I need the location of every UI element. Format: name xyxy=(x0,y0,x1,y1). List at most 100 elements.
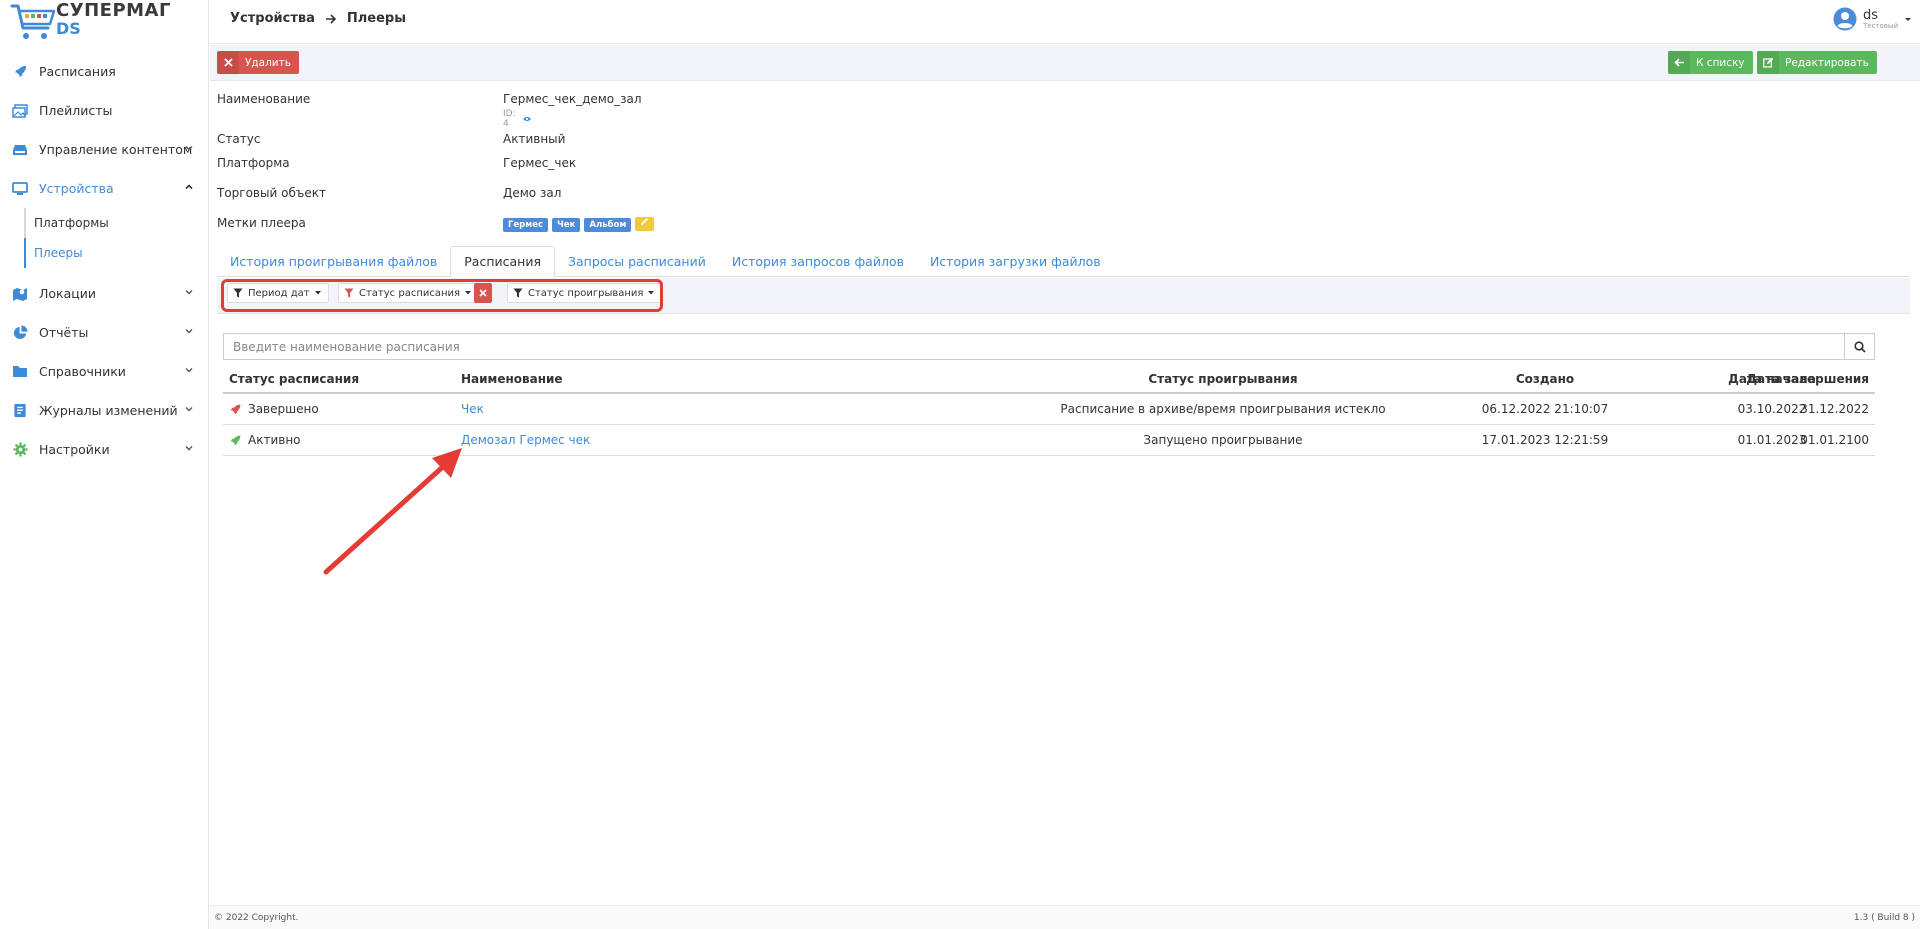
rocket-icon xyxy=(230,404,241,414)
sidebar-item-label: Плейлисты xyxy=(39,103,113,118)
schedules-table: Статус расписания Наименование Статус пр… xyxy=(223,364,1875,456)
tag-badge: Альбом xyxy=(584,218,632,232)
tags-list: Гермес Чек Альбом xyxy=(503,216,655,232)
action-toolbar: Удалить К списку Редактировать xyxy=(210,45,1920,81)
eye-icon[interactable] xyxy=(522,115,531,123)
table-header: Статус расписания Наименование Статус пр… xyxy=(223,364,1875,394)
start-date-cell: 03.10.2022 xyxy=(1737,402,1807,416)
sidebar-subitem-players[interactable]: Плееры xyxy=(24,238,209,268)
chevron-down-icon xyxy=(185,368,193,373)
chevron-up-icon xyxy=(185,184,193,190)
top-bar: Устройства Плееры ds Тестовый xyxy=(210,0,1920,44)
sidebar-subitem-platforms[interactable]: Платформы xyxy=(24,208,209,238)
sidebar-subitem-label: Платформы xyxy=(34,216,109,230)
copyright-text: © 2022 Copyright. xyxy=(214,912,299,923)
tab-schedules[interactable]: Расписания xyxy=(450,246,555,277)
logo-text: СУПЕРМАГ DS xyxy=(56,2,171,38)
table-row: Завершено Чек Расписание в архиве/время … xyxy=(223,394,1875,425)
search-box xyxy=(223,333,1875,360)
tab-file-request-history[interactable]: История запросов файлов xyxy=(719,246,917,277)
platform-value: Гермес_чек xyxy=(503,156,577,170)
sidebar-item-label: Локации xyxy=(39,286,97,301)
status-value: Активный xyxy=(503,132,566,146)
tag-badge: Гермес xyxy=(503,218,549,232)
end-date-cell: 31.12.2022 xyxy=(1800,402,1869,416)
pencil-icon xyxy=(641,217,649,225)
filter-bar: Период дат Статус расписания Статус прои… xyxy=(217,278,1910,314)
tags-label: Метки плеера xyxy=(217,216,306,230)
sidebar-item-schedules[interactable]: Расписания xyxy=(0,52,209,91)
sidebar-item-content[interactable]: Управление контентом xyxy=(0,130,209,169)
search-input[interactable] xyxy=(224,334,1846,359)
status-label: Статус xyxy=(217,132,261,146)
column-header[interactable]: Наименование xyxy=(461,364,563,394)
sidebar-item-journals[interactable]: Журналы изменений xyxy=(0,391,209,430)
tab-file-play-history[interactable]: История проигрывания файлов xyxy=(217,246,450,277)
gear-icon xyxy=(12,442,28,458)
user-name: ds xyxy=(1863,7,1879,23)
sidebar-item-reports[interactable]: Отчёты xyxy=(0,313,209,352)
highlight-box xyxy=(221,279,663,312)
sidebar-item-devices[interactable]: Устройства xyxy=(0,169,209,208)
column-header[interactable]: Статус расписания xyxy=(229,364,359,394)
user-role: Тестовый xyxy=(1863,21,1898,30)
version-text: 1.3 ( Build 8 ) xyxy=(1853,912,1915,923)
logo-subtitle: DS xyxy=(56,19,81,38)
tab-schedule-requests[interactable]: Запросы расписаний xyxy=(555,246,719,277)
object-label: Торговый объект xyxy=(217,186,326,200)
back-to-list-button[interactable]: К списку xyxy=(1668,51,1753,74)
edit-button[interactable]: Редактировать xyxy=(1757,51,1877,74)
user-menu[interactable]: ds Тестовый xyxy=(1833,7,1912,31)
breadcrumb-devices[interactable]: Устройства xyxy=(230,11,315,26)
sidebar-item-label: Управление контентом xyxy=(39,142,193,157)
arrow-left-icon xyxy=(1668,51,1690,74)
map-icon xyxy=(12,286,28,302)
sidebar-item-settings[interactable]: Настройки xyxy=(0,430,209,469)
sidebar-item-locations[interactable]: Локации xyxy=(0,274,209,313)
start-date-cell: 01.01.2023 xyxy=(1737,433,1807,447)
sidebar-item-references[interactable]: Справочники xyxy=(0,352,209,391)
breadcrumb-players: Плееры xyxy=(346,11,406,26)
sidebar-item-label: Журналы изменений xyxy=(39,403,178,418)
schedule-link[interactable]: Демозал Гермес чек xyxy=(461,425,590,455)
chevron-down-icon xyxy=(185,290,193,295)
object-value: Демо зал xyxy=(503,186,562,200)
sidebar-item-label: Расписания xyxy=(39,64,116,79)
status-text: Завершено xyxy=(248,402,319,416)
images-icon xyxy=(12,103,28,119)
rocket-icon xyxy=(230,435,241,445)
breadcrumb: Устройства Плееры xyxy=(230,11,406,26)
close-icon xyxy=(217,51,239,74)
status-cell: Активно xyxy=(229,425,301,455)
annotation-arrow xyxy=(323,448,462,575)
logo xyxy=(10,2,56,46)
column-header[interactable]: Дата завершения xyxy=(1746,364,1869,394)
chevron-down-icon xyxy=(185,146,193,151)
chevron-down-icon xyxy=(185,329,193,334)
avatar xyxy=(1833,7,1857,31)
tab-file-download-history[interactable]: История загрузки файлов xyxy=(917,246,1114,277)
search-button[interactable] xyxy=(1844,334,1874,359)
chevron-down-icon xyxy=(185,446,193,451)
delete-button-label: Удалить xyxy=(245,56,291,69)
folder-icon xyxy=(12,364,28,380)
name-value: Гермес_чек_демо_зал xyxy=(503,92,642,106)
sidebar-item-playlists[interactable]: Плейлисты xyxy=(0,91,209,130)
rocket-icon xyxy=(12,64,28,80)
sidebar-item-label: Справочники xyxy=(39,364,126,379)
search-icon xyxy=(1853,340,1866,353)
edit-tags-button[interactable] xyxy=(635,216,655,231)
footer: © 2022 Copyright. 1.3 ( Build 8 ) xyxy=(210,905,1920,929)
schedule-link[interactable]: Чек xyxy=(461,394,484,424)
tab-bar: История проигрывания файлов Расписания З… xyxy=(217,246,1910,277)
arrow-right-icon xyxy=(325,13,336,24)
table-row: Активно Демозал Гермес чек Запущено прои… xyxy=(223,425,1875,456)
delete-button[interactable]: Удалить xyxy=(217,51,299,74)
caret-down-icon xyxy=(1905,18,1911,21)
id-text: ID: 4 xyxy=(503,109,516,129)
status-text: Активно xyxy=(248,433,301,447)
edit-button-label: Редактировать xyxy=(1785,56,1869,69)
monitor-icon xyxy=(12,181,28,197)
logo-title: СУПЕРМАГ xyxy=(56,0,171,21)
name-label: Наименование xyxy=(217,92,311,106)
